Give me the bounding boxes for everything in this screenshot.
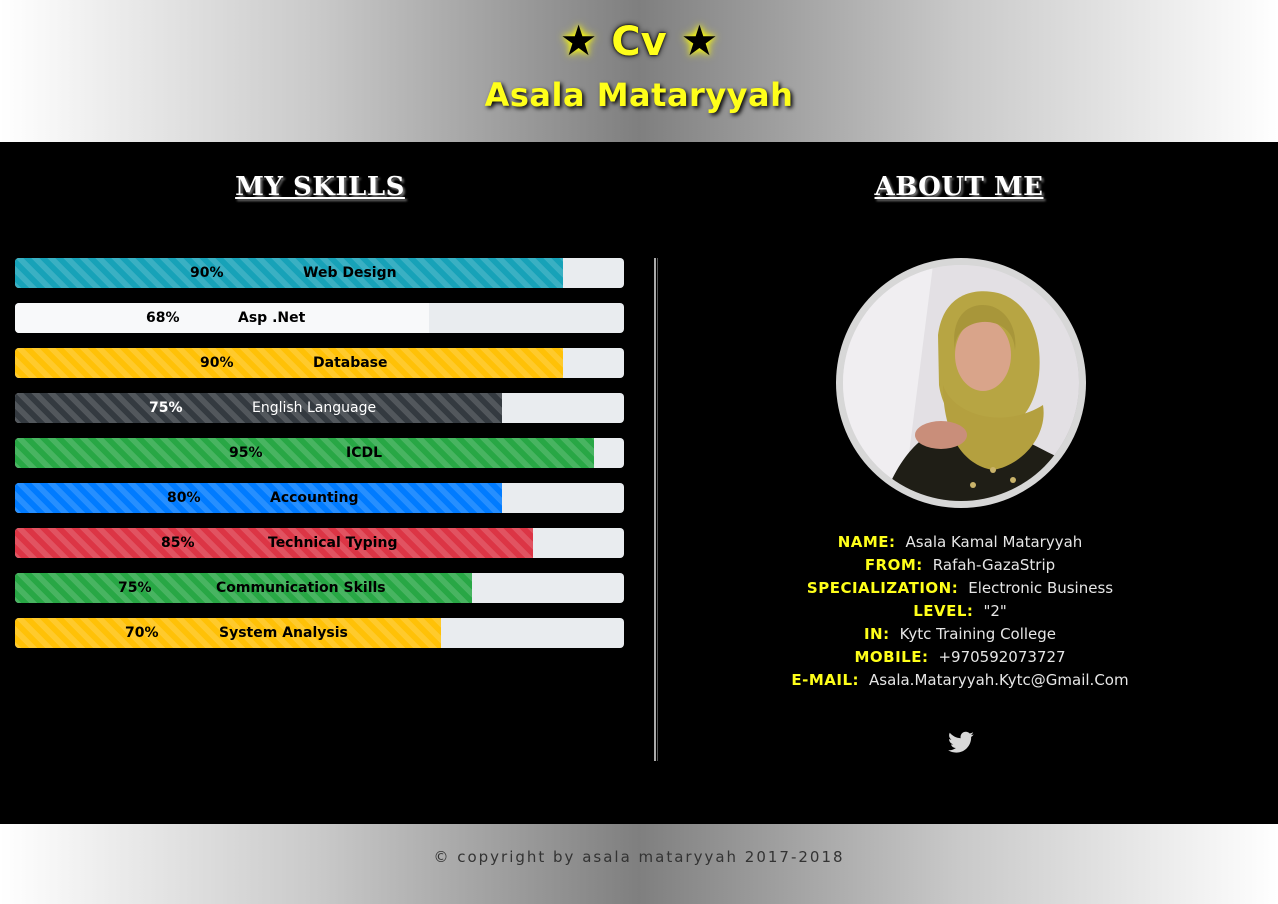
skill-percent: 75% — [149, 400, 183, 416]
skill-label: Database — [313, 355, 388, 371]
skill-bar-fill — [15, 438, 594, 468]
about-value: +970592073727 — [938, 648, 1066, 666]
skill-label: Technical Typing — [268, 535, 398, 551]
about-value: "2" — [983, 602, 1007, 620]
about-value: Electronic Business — [968, 579, 1114, 597]
skill-label: Asp .Net — [238, 310, 306, 326]
skill-bar: 85% Technical Typing — [15, 528, 624, 558]
profile-photo — [836, 258, 1086, 508]
cv-label: Cv — [611, 19, 667, 65]
about-key: IN: — [863, 625, 890, 643]
about-value[interactable]: Asala.Mataryyah.Kytc@Gmail.Com — [869, 671, 1129, 689]
skill-label: System Analysis — [219, 625, 348, 641]
skill-bar: 70% System Analysis — [15, 618, 624, 648]
star-icon: ★ — [559, 16, 598, 65]
skill-label: Accounting — [270, 490, 359, 506]
portrait-illustration — [843, 265, 1079, 501]
skill-bar: 95% ICDL — [15, 438, 624, 468]
skill-bar: 75% English Language — [15, 393, 624, 423]
about-key: LEVEL: — [913, 602, 974, 620]
about-row: LEVEL: "2" — [640, 600, 1278, 623]
cv-title: ★ Cv ★ — [0, 16, 1278, 65]
skill-bar: 80% Accounting — [15, 483, 624, 513]
about-row: FROM: Rafah-GazaStrip — [640, 554, 1278, 577]
page-footer: © copyright by asala mataryyah 2017-2018 — [0, 824, 1278, 904]
about-key: FROM: — [864, 556, 923, 574]
skill-percent: 85% — [161, 535, 195, 551]
skill-percent: 90% — [200, 355, 234, 371]
about-key: MOBILE: — [854, 648, 929, 666]
about-heading: ABOUT ME — [874, 172, 1044, 202]
about-row: E-MAIL: Asala.Mataryyah.Kytc@Gmail.Com — [640, 669, 1278, 692]
skills-list: 90% Web Design 68% Asp .Net 90% Database 75% En… — [15, 258, 624, 663]
skill-bar-fill — [15, 303, 429, 333]
twitter-icon[interactable] — [947, 729, 975, 757]
skills-heading: MY SKILLS — [235, 172, 405, 202]
about-key: SPECIALIZATION: — [806, 579, 959, 597]
main-content: MY SKILLS ABOUT ME 90% Web Design 68% Asp .… — [0, 142, 1278, 824]
skill-percent: 80% — [167, 490, 201, 506]
skill-label: English Language — [252, 400, 377, 416]
about-key: NAME: — [837, 533, 896, 551]
skill-label: Communication Skills — [216, 580, 386, 596]
copyright-text: © copyright by asala mataryyah 2017-2018 — [433, 848, 845, 866]
profile-image — [843, 265, 1079, 501]
skill-bar-fill — [15, 348, 563, 378]
about-key: E-MAIL: — [791, 671, 860, 689]
skill-bar-fill — [15, 258, 563, 288]
about-row: NAME: Asala Kamal Mataryyah — [640, 531, 1278, 554]
skill-bar: 90% Database — [15, 348, 624, 378]
skill-percent: 75% — [118, 580, 152, 596]
about-row: MOBILE: +970592073727 — [640, 646, 1278, 669]
skill-percent: 68% — [146, 310, 180, 326]
skill-percent: 95% — [229, 445, 263, 461]
about-value: Asala Kamal Mataryyah — [905, 533, 1083, 551]
skill-bar: 75% Communication Skills — [15, 573, 624, 603]
page-header: ★ Cv ★ Asala Mataryyah — [0, 0, 1278, 142]
skill-bar: 68% Asp .Net — [15, 303, 624, 333]
skill-percent: 70% — [125, 625, 159, 641]
skill-label: Web Design — [303, 265, 397, 281]
about-details: NAME: Asala Kamal Mataryyah FROM: Rafah-Gaz… — [640, 531, 1278, 692]
about-row: SPECIALIZATION: Electronic Business — [640, 577, 1278, 600]
about-value: Kytc Training College — [899, 625, 1057, 643]
owner-name-title: Asala Mataryyah — [484, 76, 794, 114]
skill-bar: 90% Web Design — [15, 258, 624, 288]
about-value: Rafah-GazaStrip — [932, 556, 1056, 574]
skill-label: ICDL — [346, 445, 383, 461]
skill-bar-fill — [15, 483, 502, 513]
about-row: IN: Kytc Training College — [640, 623, 1278, 646]
skill-percent: 90% — [190, 265, 224, 281]
star-icon: ★ — [680, 16, 719, 65]
